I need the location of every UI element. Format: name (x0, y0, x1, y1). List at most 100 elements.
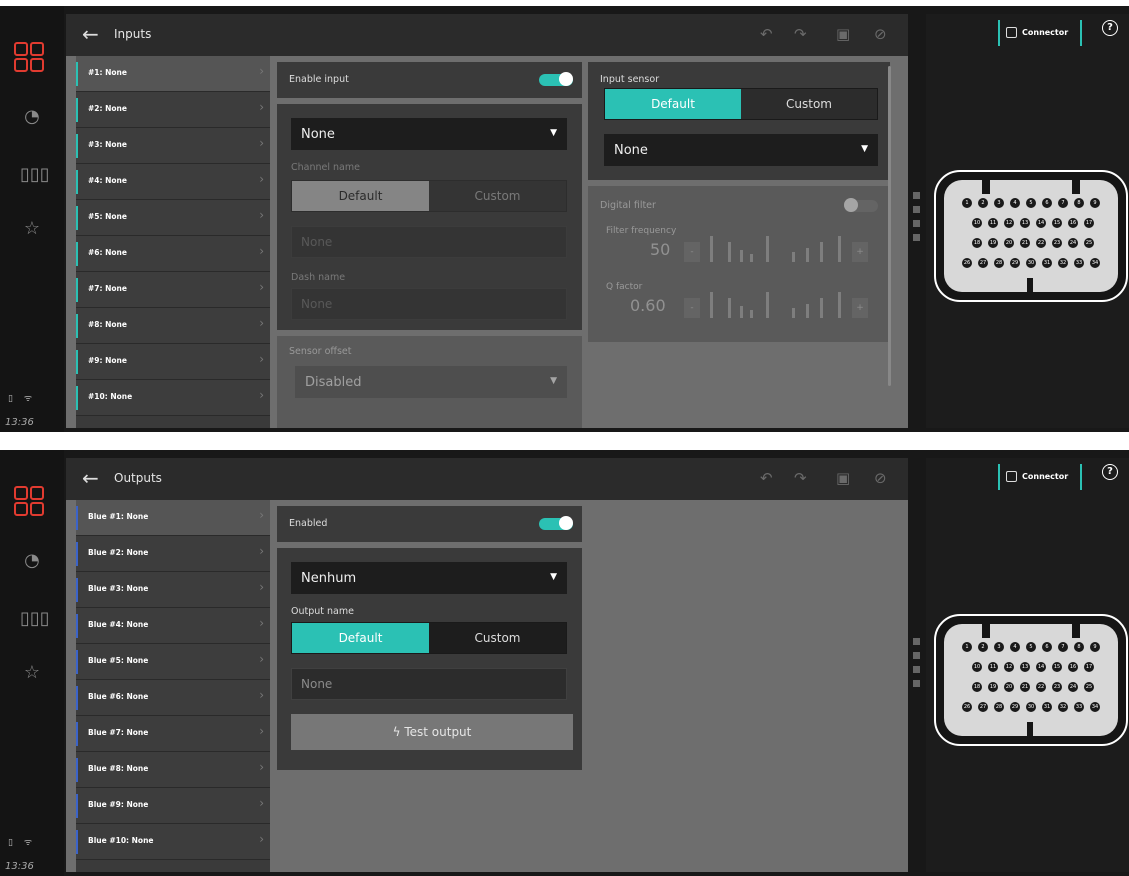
back-arrow-icon[interactable]: ← (82, 22, 99, 46)
enabled-toggle[interactable] (539, 516, 573, 530)
undo-icon[interactable]: ↶ (760, 469, 773, 487)
connector-pin[interactable]: 12 (1004, 218, 1014, 228)
columns-icon[interactable]: ▯▯▯ (20, 608, 50, 629)
connector-pin[interactable]: 21 (1020, 682, 1030, 692)
connector-pin[interactable]: 16 (1068, 662, 1078, 672)
connector-pin[interactable]: 6 (1042, 198, 1052, 208)
connector-pin[interactable]: 32 (1058, 702, 1068, 712)
connector-pin[interactable]: 32 (1058, 258, 1068, 268)
connector-pin[interactable]: 13 (1020, 218, 1030, 228)
channel-select[interactable]: None ▼ (291, 118, 567, 150)
channel-name-field[interactable]: None (291, 226, 567, 258)
list-item[interactable]: #6: None › (76, 236, 270, 272)
app-logo-icon[interactable] (14, 486, 46, 518)
default-option[interactable]: Default (292, 181, 429, 211)
connector-pin[interactable]: 20 (1004, 682, 1014, 692)
disable-icon[interactable]: ⊘ (874, 25, 887, 43)
q-factor-slider[interactable] (706, 292, 846, 318)
help-icon[interactable]: ? (1102, 20, 1118, 36)
list-item[interactable]: Blue #1: None › (76, 500, 270, 536)
list-item[interactable]: #8: None › (76, 308, 270, 344)
connector-pin[interactable]: 12 (1004, 662, 1014, 672)
connector-pin[interactable]: 34 (1090, 702, 1100, 712)
plus-button[interactable]: + (852, 298, 868, 318)
connector-pin[interactable]: 5 (1026, 642, 1036, 652)
connector-pin[interactable]: 28 (994, 702, 1004, 712)
connector-pin[interactable]: 4 (1010, 642, 1020, 652)
connector-pin[interactable]: 19 (988, 238, 998, 248)
connector-pin[interactable]: 9 (1090, 198, 1100, 208)
default-option[interactable]: Default (605, 89, 741, 119)
connector-pin[interactable]: 26 (962, 258, 972, 268)
minus-button[interactable]: - (684, 242, 700, 262)
connector-pin[interactable]: 8 (1074, 642, 1084, 652)
drag-handle[interactable] (913, 666, 920, 673)
panel-scrollbar[interactable] (888, 66, 891, 386)
list-item[interactable]: #4: None › (76, 164, 270, 200)
connector-pin[interactable]: 25 (1084, 238, 1094, 248)
list-item[interactable]: Blue #3: None › (76, 572, 270, 608)
minus-button[interactable]: - (684, 298, 700, 318)
connector-pin[interactable]: 22 (1036, 682, 1046, 692)
connector-pin[interactable]: 22 (1036, 238, 1046, 248)
connector-pin[interactable]: 29 (1010, 702, 1020, 712)
output-name-field[interactable]: None (291, 668, 567, 700)
connector-pin[interactable]: 21 (1020, 238, 1030, 248)
list-item[interactable]: Blue #2: None › (76, 536, 270, 572)
connector-pin[interactable]: 19 (988, 682, 998, 692)
dash-name-field[interactable]: None (291, 288, 567, 320)
list-item[interactable]: Blue #8: None › (76, 752, 270, 788)
connector-pin[interactable]: 31 (1042, 702, 1052, 712)
list-item[interactable]: #9: None › (76, 344, 270, 380)
drag-handle[interactable] (913, 638, 920, 645)
connector-pin[interactable]: 27 (978, 258, 988, 268)
list-item[interactable]: #5: None › (76, 200, 270, 236)
connector-pin[interactable]: 6 (1042, 642, 1052, 652)
plus-button[interactable]: + (852, 242, 868, 262)
connector-pin[interactable]: 3 (994, 642, 1004, 652)
filter-frequency-slider[interactable] (706, 236, 846, 262)
connector-pin[interactable]: 10 (972, 662, 982, 672)
connector-pin[interactable]: 10 (972, 218, 982, 228)
drag-handle[interactable] (913, 220, 920, 227)
disable-icon[interactable]: ⊘ (874, 469, 887, 487)
app-logo-icon[interactable] (14, 42, 46, 74)
test-output-button[interactable]: ϟ Test output (291, 714, 573, 750)
connector-pin[interactable]: 14 (1036, 218, 1046, 228)
drag-handle[interactable] (913, 652, 920, 659)
drag-handle[interactable] (913, 206, 920, 213)
connector-pin[interactable]: 11 (988, 218, 998, 228)
gauge-icon[interactable]: ◔ (20, 106, 44, 127)
output-select[interactable]: Nenhum ▼ (291, 562, 567, 594)
connector-pin[interactable]: 17 (1084, 662, 1094, 672)
custom-option[interactable]: Custom (429, 181, 566, 211)
drag-handle[interactable] (913, 192, 920, 199)
drag-handle[interactable] (913, 680, 920, 687)
gauge-icon[interactable]: ◔ (20, 550, 44, 571)
connector-pin[interactable]: 33 (1074, 258, 1084, 268)
connector-pin[interactable]: 2 (978, 642, 988, 652)
connector-button[interactable]: Connector (998, 20, 1082, 46)
enable-toggle[interactable] (539, 72, 573, 86)
save-icon[interactable]: ▣ (836, 25, 850, 43)
redo-icon[interactable]: ↷ (794, 469, 807, 487)
custom-option[interactable]: Custom (429, 623, 566, 653)
connector-pin[interactable]: 24 (1068, 682, 1078, 692)
redo-icon[interactable]: ↷ (794, 25, 807, 43)
connector-pin[interactable]: 5 (1026, 198, 1036, 208)
connector-pin[interactable]: 33 (1074, 702, 1084, 712)
connector-pin[interactable]: 23 (1052, 238, 1062, 248)
default-option[interactable]: Default (292, 623, 429, 653)
digital-filter-toggle[interactable] (844, 198, 878, 212)
connector-pin[interactable]: 16 (1068, 218, 1078, 228)
connector-pin[interactable]: 28 (994, 258, 1004, 268)
custom-option[interactable]: Custom (741, 89, 877, 119)
star-icon[interactable]: ☆ (20, 662, 44, 683)
connector-pin[interactable]: 29 (1010, 258, 1020, 268)
drag-handle[interactable] (913, 234, 920, 241)
connector-pin[interactable]: 9 (1090, 642, 1100, 652)
save-icon[interactable]: ▣ (836, 469, 850, 487)
connector-pin[interactable]: 1 (962, 198, 972, 208)
connector-pin[interactable]: 7 (1058, 642, 1068, 652)
connector-pin[interactable]: 25 (1084, 682, 1094, 692)
